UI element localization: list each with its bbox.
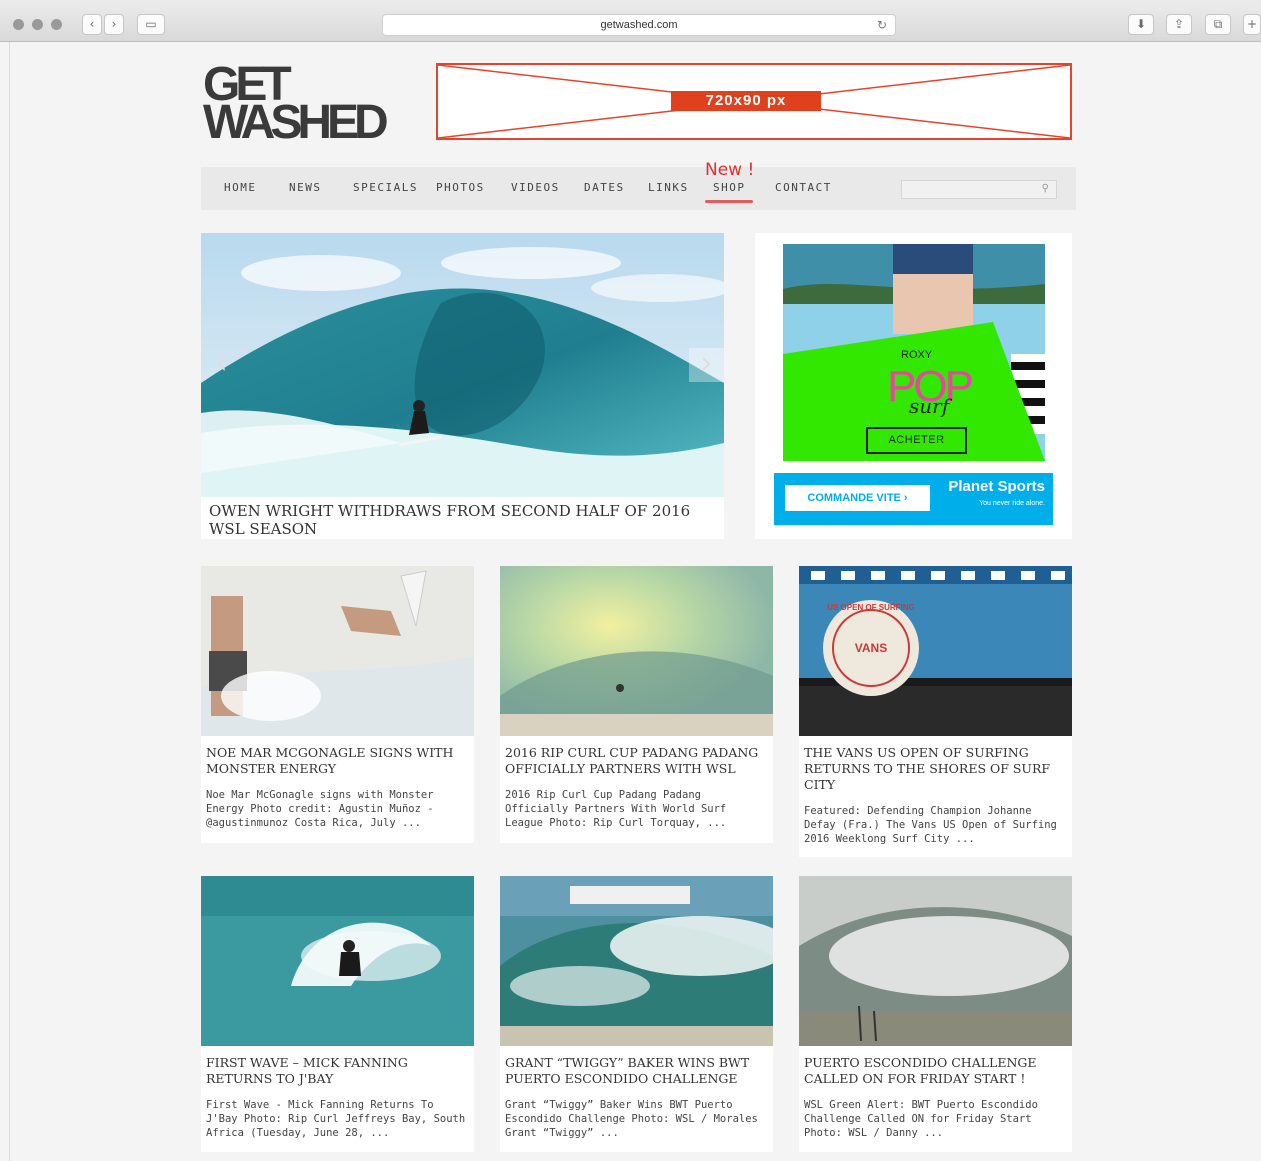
search-box[interactable]: ⚲ (901, 180, 1057, 200)
article-thumbnail[interactable] (201, 876, 474, 1046)
article-card[interactable]: NOE MAR MCGONAGLE SIGNS WITH MONSTER ENE… (201, 566, 474, 843)
article-title[interactable]: 2016 RIP CURL CUP PADANG PADANG OFFICIAL… (505, 745, 768, 777)
address-bar[interactable]: getwashed.com ↻ (382, 14, 896, 36)
article-card[interactable]: VANS US OPEN OF SURFING THE VANS US OPEN … (799, 566, 1072, 857)
sponsor-name: Planet Sports (948, 478, 1045, 495)
nav-home[interactable]: HOME (224, 181, 257, 194)
sidebar-ad[interactable]: ROXY POP surf ACHETER COMMANDE VITE › Pl… (755, 233, 1072, 539)
nav-videos[interactable]: VIDEOS (511, 181, 560, 194)
back-icon[interactable]: ‹ (82, 14, 102, 35)
nav-photos[interactable]: PHOTOS (436, 181, 485, 194)
reload-icon[interactable]: ↻ (877, 15, 887, 35)
main-nav: HOME NEWS SPECIALS PHOTOS VIDEOS DATES L… (201, 160, 1076, 210)
hero-caption[interactable]: OWEN WRIGHT WITHDRAWS FROM SECOND HALF O… (209, 502, 719, 538)
share-icon[interactable]: ⇪ (1166, 14, 1192, 35)
nav-news[interactable]: NEWS (289, 181, 322, 194)
commande-vite-button[interactable]: COMMANDE VITE › (785, 485, 930, 511)
vans-badge-brand: VANS (855, 641, 887, 655)
browser-toolbar: ‹ › ▭ getwashed.com ↻ ⬇ ⇪ ⧉ + (0, 0, 1261, 42)
planet-sports-strip[interactable]: COMMANDE VITE › Planet Sports You never … (774, 473, 1053, 525)
article-title[interactable]: PUERTO ESCONDIDO CHALLENGE CALLED ON FOR… (804, 1055, 1067, 1087)
sidebar-icon[interactable]: ▭ (137, 14, 165, 35)
banner-size-label: 720x90 px (671, 91, 821, 111)
banner-ad-placeholder[interactable]: 720x90 px (436, 63, 1072, 140)
article-title[interactable]: NOE MAR MCGONAGLE SIGNS WITH MONSTER ENE… (206, 745, 469, 777)
article-thumbnail[interactable] (500, 566, 773, 736)
article-excerpt: 2016 Rip Curl Cup Padang Padang Official… (505, 789, 727, 829)
article-excerpt: Noe Mar McGonagle signs with Monster Ene… (206, 789, 434, 829)
search-icon[interactable]: ⚲ (1042, 183, 1049, 194)
nav-contact[interactable]: CONTACT (775, 181, 832, 194)
new-badge: New ! (705, 160, 755, 180)
vans-badge-text: US OPEN OF SURFING (827, 603, 915, 612)
article-thumbnail[interactable] (799, 876, 1072, 1046)
nav-shop[interactable]: SHOP (713, 181, 746, 194)
forward-icon[interactable]: › (104, 14, 124, 35)
article-thumbnail[interactable] (201, 566, 474, 736)
article-title[interactable]: FIRST WAVE – MICK FANNING RETURNS TO J'B… (206, 1055, 469, 1087)
tabs-icon[interactable]: ⧉ (1205, 14, 1231, 35)
hero-slider[interactable]: ‹ › OWEN WRIGHT WITHDRAWS FROM SECOND HA… (201, 233, 724, 539)
roxy-ad[interactable]: ROXY POP surf ACHETER (783, 244, 1045, 461)
article-card[interactable]: PUERTO ESCONDIDO CHALLENGE CALLED ON FOR… (799, 876, 1072, 1152)
article-title[interactable]: GRANT “TWIGGY” BAKER WINS BWT PUERTO ESC… (505, 1055, 768, 1087)
search-input[interactable] (902, 182, 1032, 200)
surf-script: surf (909, 394, 950, 418)
sponsor-tagline: You never ride alone. (979, 500, 1045, 507)
new-tab-icon[interactable]: + (1243, 14, 1261, 35)
article-card[interactable]: FIRST WAVE – MICK FANNING RETURNS TO J'B… (201, 876, 474, 1152)
window-controls[interactable] (13, 19, 62, 30)
article-thumbnail[interactable] (500, 876, 773, 1046)
article-card[interactable]: GRANT “TWIGGY” BAKER WINS BWT PUERTO ESC… (500, 876, 773, 1152)
article-excerpt: WSL Green Alert: BWT Puerto Escondido Ch… (804, 1099, 1038, 1139)
article-card[interactable]: 2016 RIP CURL CUP PADANG PADANG OFFICIAL… (500, 566, 773, 843)
nav-specials[interactable]: SPECIALS (353, 181, 418, 194)
roxy-logo: ROXY (901, 349, 933, 361)
slider-prev-arrow[interactable]: ‹ (204, 348, 239, 382)
slider-next-arrow[interactable]: › (689, 348, 724, 382)
article-title[interactable]: THE VANS US OPEN OF SURFING RETURNS TO T… (804, 745, 1067, 793)
article-thumbnail[interactable]: VANS US OPEN OF SURFING (799, 566, 1072, 736)
hero-image[interactable]: ‹ › (201, 233, 724, 497)
url-text: getwashed.com (600, 19, 678, 31)
site-logo[interactable]: GET WASHED (203, 61, 408, 149)
article-excerpt: Grant “Twiggy” Baker Wins BWT Puerto Esc… (505, 1099, 758, 1139)
article-excerpt: First Wave - Mick Fanning Returns To J'B… (206, 1099, 466, 1139)
nav-links[interactable]: LINKS (648, 181, 689, 194)
logo-line-2: WASHED (203, 96, 389, 149)
downloads-icon[interactable]: ⬇ (1128, 14, 1154, 35)
article-excerpt: Featured: Defending Champion Johanne Def… (804, 805, 1057, 845)
nav-dates[interactable]: DATES (584, 181, 625, 194)
shop-underline (705, 200, 753, 203)
acheter-button[interactable]: ACHETER (866, 427, 967, 454)
planet-sports-logo: Planet Sports You never ride alone. (948, 478, 1045, 511)
